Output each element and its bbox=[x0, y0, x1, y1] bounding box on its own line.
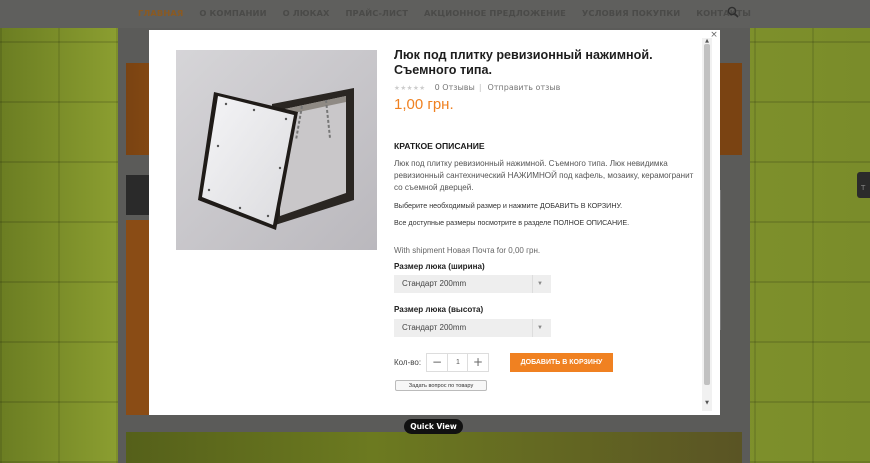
product-image[interactable] bbox=[176, 50, 377, 250]
height-select[interactable]: Стандарт 200mm ▼ bbox=[394, 319, 551, 337]
nav-item-terms[interactable]: УСЛОВИЯ ПОКУПКИ bbox=[582, 8, 680, 18]
quantity-input[interactable]: 1 bbox=[448, 354, 468, 371]
chevron-down-icon: ▼ bbox=[532, 319, 547, 337]
product-title: Люк под плитку ревизионный нажимной. Съе… bbox=[394, 48, 653, 77]
rating-row: ★★★★★ 0 Отзывы | Отправить отзыв bbox=[394, 83, 560, 92]
add-to-cart-button[interactable]: ДОБАВИТЬ В КОРЗИНУ bbox=[510, 353, 613, 372]
ask-question-button[interactable]: Задать вопрос по товару bbox=[395, 380, 487, 391]
top-navigation: ГЛАВНАЯ О КОМПАНИИ О ЛЮКАХ ПРАЙС-ЛИСТ АК… bbox=[0, 0, 870, 28]
nav-item-company[interactable]: О КОМПАНИИ bbox=[199, 8, 266, 18]
nav-item-promo[interactable]: АКЦИОННОЕ ПРЕДЛОЖЕНИЕ bbox=[424, 8, 566, 18]
chevron-down-icon: ▼ bbox=[532, 275, 547, 293]
width-select[interactable]: Стандарт 200mm ▼ bbox=[394, 275, 551, 293]
quantity-label: Кол-во: bbox=[394, 358, 422, 367]
shipment-info: With shipment Новая Почта for 0,00 грн. bbox=[394, 246, 541, 255]
separator: | bbox=[478, 83, 482, 92]
nav-item-hatches[interactable]: О ЛЮКАХ bbox=[283, 8, 330, 18]
height-select-value: Стандарт 200mm bbox=[402, 323, 467, 332]
footer-image bbox=[126, 432, 742, 463]
quick-view-label: Quick View bbox=[404, 419, 463, 434]
quantity-plus-button[interactable]: + bbox=[467, 354, 488, 371]
nav-item-home[interactable]: ГЛАВНАЯ bbox=[138, 8, 183, 18]
product-price: 1,00 грн. bbox=[394, 96, 454, 113]
height-label: Размер люка (высота) bbox=[394, 305, 484, 314]
nav-item-pricelist[interactable]: ПРАЙС-ЛИСТ bbox=[346, 8, 409, 18]
nav-item-contacts[interactable]: КОНТАКТЫ bbox=[696, 8, 751, 18]
scroll-down-icon[interactable]: ▼ bbox=[703, 400, 711, 406]
side-tab[interactable]: Т bbox=[857, 172, 870, 198]
sizes-note: Все доступные размеры посмотрите в разде… bbox=[394, 218, 630, 227]
quantity-stepper: − 1 + bbox=[426, 353, 489, 372]
scrollbar-thumb[interactable] bbox=[704, 44, 710, 385]
short-description-heading: КРАТКОЕ ОПИСАНИЕ bbox=[394, 141, 485, 151]
quantity-minus-button[interactable]: − bbox=[427, 354, 448, 371]
write-review-link[interactable]: Отправить отзыв bbox=[488, 83, 561, 92]
short-description: Люк под плитку ревизионный нажимной. Съе… bbox=[394, 159, 694, 193]
select-note: Выберите необходимый размер и нажмите ДО… bbox=[394, 201, 623, 210]
review-count: 0 Отзывы bbox=[434, 83, 475, 92]
scroll-up-icon[interactable]: ▲ bbox=[703, 38, 711, 44]
search-icon[interactable] bbox=[727, 6, 741, 20]
rating-stars: ★★★★★ bbox=[394, 83, 426, 92]
width-select-value: Стандарт 200mm bbox=[402, 279, 467, 288]
width-label: Размер люка (ширина) bbox=[394, 262, 485, 271]
